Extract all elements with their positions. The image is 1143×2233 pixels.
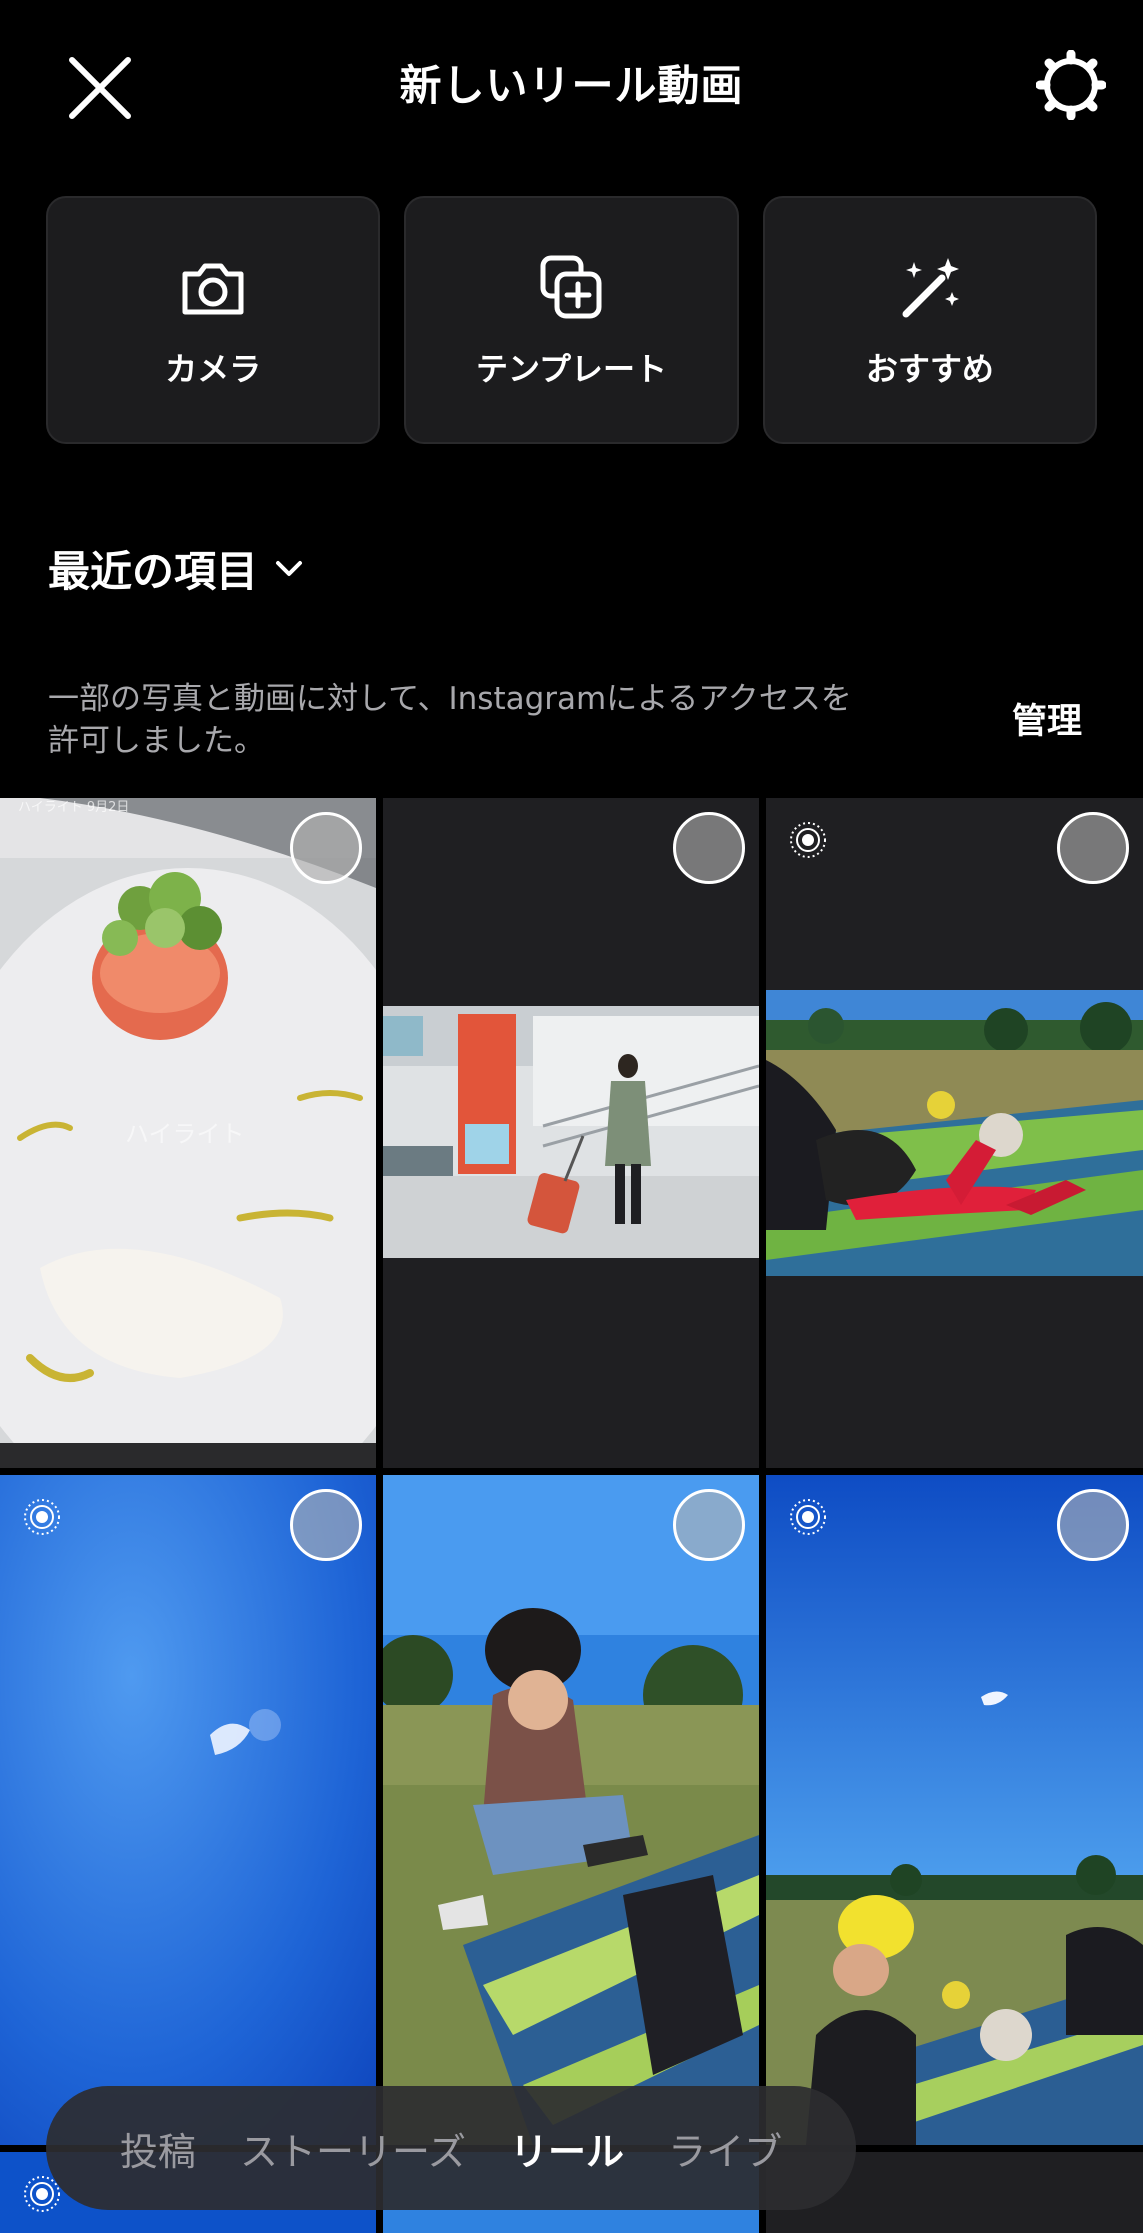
live-photo-icon [790,822,826,858]
grid-item[interactable]: ハイライト ハイライト 9月2日 [0,798,376,1468]
picnic-photo [766,990,1143,1276]
grid-item[interactable] [383,1475,759,2145]
magic-wand-icon [902,258,959,318]
live-photo-icon [790,1499,826,1535]
select-circle[interactable] [1057,1489,1129,1561]
select-circle[interactable] [673,1489,745,1561]
recommended-label: おすすめ [865,350,994,388]
permission-notice: 一部の写真と動画に対して、Instagramによるアクセスを許可しました。 [48,681,852,759]
mode-switcher: 投稿 ストーリーズ リール ライブ [46,2086,856,2210]
grid-item[interactable] [383,798,759,1468]
recommended-button[interactable]: おすすめ [762,196,1097,444]
mode-stories[interactable]: ストーリーズ [240,2121,466,2176]
media-grid: ハイライト ハイライト 9月2日 [0,798,1143,2233]
mode-post[interactable]: 投稿 [120,2121,196,2176]
album-label: 最近の項目 [48,547,259,596]
quick-actions: カメラ テンプレート おすすめ [46,196,1097,444]
select-circle[interactable] [673,812,745,884]
template-button[interactable]: テンプレート [404,196,739,444]
mode-reels[interactable]: リール [510,2121,624,2176]
food-story-tag: ハイライト 9月2日 [18,800,130,815]
live-photo-icon [24,1499,60,1535]
select-circle[interactable] [290,812,362,884]
select-circle[interactable] [290,1489,362,1561]
album-selector[interactable]: 最近の項目 [48,538,306,599]
gear-icon [1035,49,1107,121]
settings-button[interactable] [1035,49,1107,121]
chevron-down-icon [276,560,303,576]
sky-photo [0,1475,376,2145]
page-title: 新しいリール動画 [399,61,744,110]
top-bar: 新しいリール動画 [0,0,1143,170]
camera-icon [182,263,244,315]
grid-item[interactable] [766,1475,1143,2145]
camera-button[interactable]: カメラ [46,196,381,444]
camera-label: カメラ [165,350,262,388]
mode-live[interactable]: ライブ [668,2121,782,2176]
template-label: テンプレート [475,350,668,388]
template-icon [540,255,602,319]
grid-item[interactable] [766,798,1143,1468]
food-caption: ハイライト [125,1120,245,1148]
grid-item[interactable] [0,1475,376,2145]
manage-button[interactable]: 管理 [1012,693,1082,744]
select-circle[interactable] [1057,812,1129,884]
park-photo [766,1475,1143,2145]
girl-picnic-photo [383,1475,759,2145]
airport-photo [383,1006,759,1258]
